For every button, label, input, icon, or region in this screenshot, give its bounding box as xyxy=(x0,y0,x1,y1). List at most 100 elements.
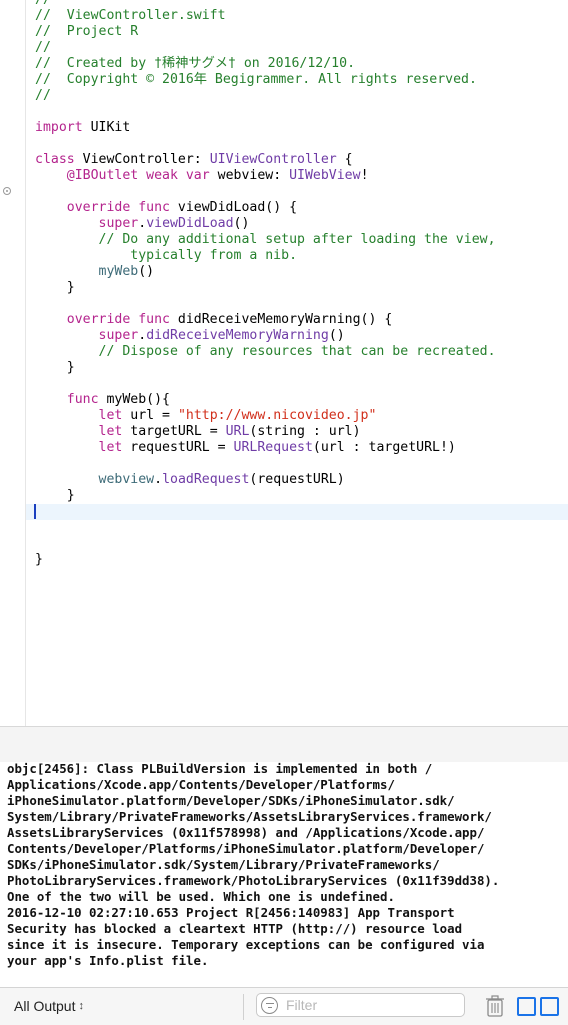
code-token: webview: xyxy=(209,168,290,183)
code-line: let url = "http://www.nicovideo.jp" xyxy=(35,408,568,424)
code-line: super.didReceiveMemoryWarning() xyxy=(35,328,568,344)
code-line: webview.loadRequest(requestURL) xyxy=(35,472,568,488)
code-line: import UIKit xyxy=(35,120,568,136)
code-token: // xyxy=(35,0,51,7)
split-right-icon[interactable] xyxy=(540,997,559,1016)
code-token: (url : targetURL!) xyxy=(312,440,456,455)
code-token: () xyxy=(233,216,250,231)
code-token: UIKit xyxy=(82,120,131,135)
current-code-line xyxy=(26,504,568,520)
code-line: myWeb() xyxy=(35,264,568,280)
code-line: let targetURL = URL(string : url) xyxy=(35,424,568,440)
code-token: } xyxy=(35,360,75,375)
code-token: viewDidLoad xyxy=(146,216,234,231)
code-line: class ViewController: UIViewController { xyxy=(35,152,568,168)
code-token: @IBOutlet weak var xyxy=(66,168,210,183)
code-token: loadRequest xyxy=(162,472,250,487)
code-token: // ViewController.swift xyxy=(35,8,226,23)
code-token: override func xyxy=(66,312,170,327)
chevron-up-down-icon: ↕ xyxy=(78,1000,84,1012)
code-token: url = xyxy=(122,408,178,423)
code-line: let requestURL = URLRequest(url : target… xyxy=(35,440,568,456)
code-token: let xyxy=(98,440,123,455)
code-token: // Do any additional setup after loading… xyxy=(98,232,496,247)
code-line: } xyxy=(35,488,568,504)
split-left-icon[interactable] xyxy=(517,997,536,1016)
output-filter-select[interactable]: All Output ↕ xyxy=(14,998,84,1014)
code-text-area[interactable]: //// ViewController.swift// Project R///… xyxy=(26,0,568,568)
code-token: . xyxy=(138,216,147,231)
line-gutter xyxy=(0,0,26,726)
code-token: myWeb xyxy=(98,264,139,279)
code-token: func xyxy=(66,392,99,407)
code-line: func myWeb(){ xyxy=(35,392,568,408)
code-token: } xyxy=(35,488,75,503)
code-line: // xyxy=(35,40,568,56)
code-line: // Project R xyxy=(35,24,568,40)
filter-field[interactable] xyxy=(256,993,465,1017)
code-token: didReceiveMemoryWarning xyxy=(146,328,329,343)
code-line: // xyxy=(35,88,568,104)
code-token: (string : url) xyxy=(249,424,361,439)
code-line: } xyxy=(35,280,568,296)
code-token: } xyxy=(35,280,75,295)
code-token: // Project R xyxy=(35,24,139,39)
code-token: UIViewController xyxy=(209,152,337,167)
code-token: // Copyright © 2016年 Begigrammer. All ri… xyxy=(35,72,477,87)
code-token: let xyxy=(98,424,123,439)
code-token: // xyxy=(35,88,51,103)
filter-input[interactable] xyxy=(284,996,448,1014)
code-token: ViewController: xyxy=(74,152,210,167)
code-token: . xyxy=(154,472,163,487)
breakpoint-marker-icon[interactable] xyxy=(3,187,11,195)
code-line: // Copyright © 2016年 Begigrammer. All ri… xyxy=(35,72,568,88)
code-token: } xyxy=(35,552,43,567)
code-token: . xyxy=(138,328,147,343)
text-cursor xyxy=(34,504,36,519)
code-token: typically from a nib. xyxy=(35,248,298,263)
code-token: "http://www.nicovideo.jp" xyxy=(177,408,377,423)
code-line: super.viewDidLoad() xyxy=(35,216,568,232)
code-token: ! xyxy=(360,168,369,183)
code-token: { xyxy=(336,152,353,167)
code-token: // Created by †稀神サグメ† on 2016/12/10. xyxy=(35,56,356,71)
code-token: URLRequest xyxy=(233,440,313,455)
code-token: viewDidLoad() { xyxy=(169,200,298,215)
console-output[interactable]: objc[2456]: Class PLBuildVersion is impl… xyxy=(0,762,568,987)
code-line: @IBOutlet weak var webview: UIWebView! xyxy=(35,168,568,184)
code-line: // Created by †稀神サグメ† on 2016/12/10. xyxy=(35,56,568,72)
code-token: URL xyxy=(225,424,250,439)
code-line: typically from a nib. xyxy=(35,248,568,264)
code-token: super xyxy=(98,216,139,231)
code-line: override func didReceiveMemoryWarning() … xyxy=(35,312,568,328)
debug-area-divider[interactable] xyxy=(0,726,568,764)
code-token: myWeb(){ xyxy=(98,392,170,407)
code-token: webview xyxy=(98,472,155,487)
code-line: override func viewDidLoad() { xyxy=(35,200,568,216)
code-token: let xyxy=(98,408,123,423)
code-token: super xyxy=(98,328,139,343)
code-token: // xyxy=(35,40,51,55)
code-editor[interactable]: //// ViewController.swift// Project R///… xyxy=(0,0,568,726)
code-line: // Do any additional setup after loading… xyxy=(35,232,568,248)
code-line: // Dispose of any resources that can be … xyxy=(35,344,568,360)
code-token: didReceiveMemoryWarning() { xyxy=(169,312,393,327)
code-token: () xyxy=(138,264,155,279)
trash-icon[interactable] xyxy=(485,995,505,1017)
code-line: // xyxy=(35,0,568,8)
code-token: UIWebView xyxy=(289,168,361,183)
code-line: } xyxy=(35,360,568,376)
